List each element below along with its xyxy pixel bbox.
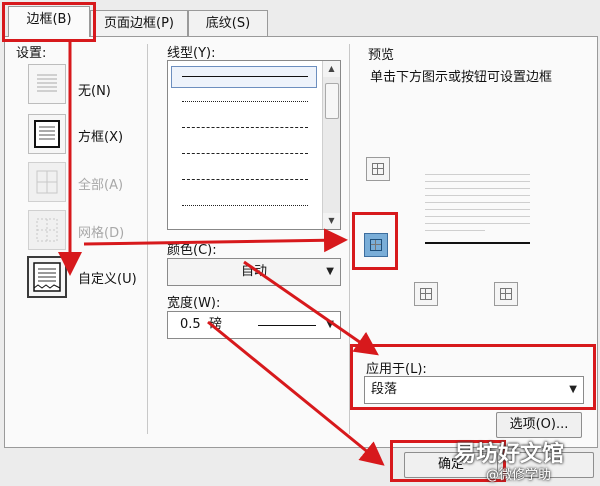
line-style-selection bbox=[171, 66, 317, 88]
right-border-button[interactable] bbox=[494, 282, 518, 306]
no-border-icon bbox=[37, 74, 57, 92]
color-value: 自动 bbox=[240, 264, 267, 279]
width-value: 0.5 磅 bbox=[180, 317, 222, 332]
setting-all-label[interactable]: 全部(A) bbox=[78, 174, 123, 193]
scroll-down-icon[interactable]: ▼ bbox=[323, 213, 340, 229]
top-border-icon bbox=[372, 163, 384, 175]
settings-title: 设置: bbox=[16, 46, 47, 61]
line-style-dash-dot-dot[interactable] bbox=[182, 205, 308, 206]
left-border-icon bbox=[420, 288, 432, 300]
tab-shading[interactable]: 底纹(S) bbox=[188, 10, 268, 37]
tab-page-border[interactable]: 页面边框(P) bbox=[90, 10, 188, 37]
width-select[interactable]: 0.5 磅 ▼ bbox=[167, 311, 341, 339]
line-style-solid[interactable] bbox=[182, 76, 308, 77]
left-border-button[interactable] bbox=[414, 282, 438, 306]
custom-border-icon bbox=[33, 262, 61, 292]
tab-borders[interactable]: 边框(B) bbox=[8, 6, 90, 37]
setting-custom-icon[interactable] bbox=[27, 256, 67, 298]
preview-bottom-border bbox=[425, 242, 530, 244]
apply-to-value: 段落 bbox=[371, 382, 398, 397]
separator bbox=[147, 44, 148, 434]
watermark-subtitle: @微修学助 bbox=[486, 468, 552, 483]
bottom-border-icon bbox=[370, 239, 382, 251]
setting-none-icon[interactable] bbox=[28, 64, 66, 104]
setting-all-icon[interactable] bbox=[28, 162, 66, 202]
setting-custom-label[interactable]: 自定义(U) bbox=[78, 268, 137, 287]
color-label: 颜色(C): bbox=[167, 243, 217, 258]
chevron-down-icon: ▼ bbox=[326, 319, 334, 330]
line-style-dash-dot[interactable] bbox=[182, 179, 308, 180]
apply-to-label: 应用于(L): bbox=[366, 362, 427, 377]
all-borders-icon bbox=[36, 170, 58, 194]
width-line-sample bbox=[258, 325, 316, 326]
line-style-dashed[interactable] bbox=[182, 153, 308, 154]
line-style-label: 线型(Y): bbox=[167, 46, 216, 61]
scroll-up-icon[interactable]: ▲ bbox=[323, 61, 340, 77]
line-style-scrollbar[interactable]: ▲ ▼ bbox=[322, 61, 340, 229]
setting-box-label[interactable]: 方框(X) bbox=[78, 126, 123, 145]
options-button[interactable]: 选项(O)... bbox=[496, 412, 582, 438]
line-style-dotted[interactable] bbox=[182, 101, 308, 102]
bottom-border-button[interactable] bbox=[364, 233, 388, 257]
chevron-down-icon: ▼ bbox=[326, 266, 334, 277]
right-border-icon bbox=[500, 288, 512, 300]
box-border-icon bbox=[34, 120, 60, 148]
grid-border-icon bbox=[36, 218, 58, 242]
preview-hint: 单击下方图示或按钮可设置边框 bbox=[370, 70, 553, 85]
chevron-down-icon: ▼ bbox=[569, 384, 577, 395]
scroll-thumb[interactable] bbox=[325, 83, 339, 119]
preview-paragraph[interactable] bbox=[425, 170, 530, 250]
line-style-dashed-small[interactable] bbox=[182, 127, 308, 128]
setting-grid-label[interactable]: 网格(D) bbox=[78, 222, 124, 241]
separator bbox=[349, 44, 350, 434]
apply-to-select[interactable]: 段落 ▼ bbox=[364, 376, 584, 404]
line-style-list[interactable]: ▲ ▼ bbox=[167, 60, 341, 230]
setting-grid-icon[interactable] bbox=[28, 210, 66, 250]
top-border-button[interactable] bbox=[366, 157, 390, 181]
color-select[interactable]: 自动 ▼ bbox=[167, 258, 341, 286]
setting-box-icon[interactable] bbox=[28, 114, 66, 154]
preview-title: 预览 bbox=[368, 48, 395, 63]
setting-none-label[interactable]: 无(N) bbox=[78, 80, 111, 99]
width-label: 宽度(W): bbox=[167, 296, 221, 311]
